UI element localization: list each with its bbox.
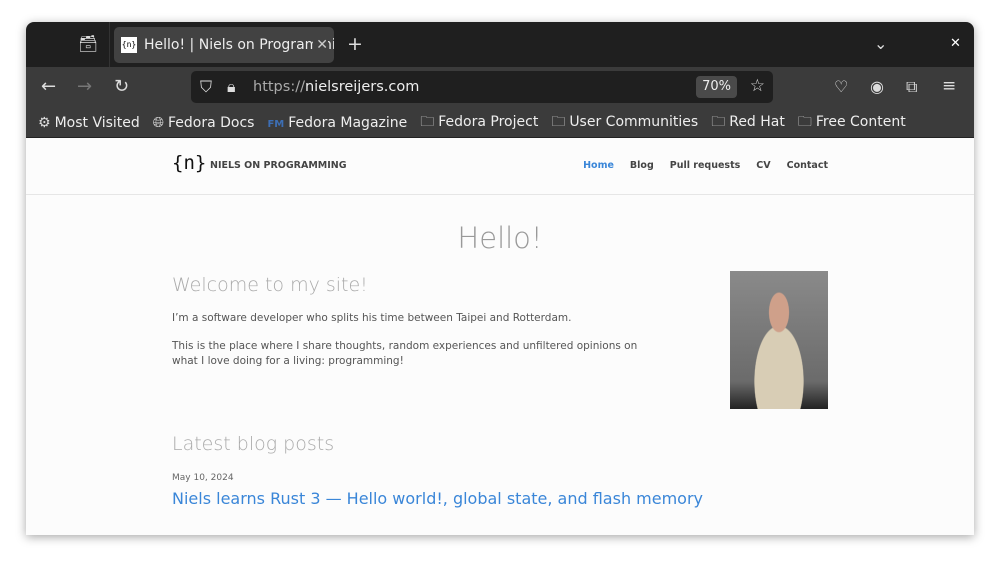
close-tab-icon[interactable]: ✕: [313, 27, 328, 63]
bookmark-user-communities[interactable]: 🗀 User Communities: [551, 111, 698, 135]
folder-icon: 🗀: [420, 113, 435, 130]
folder-icon: 🗀: [797, 113, 812, 130]
site-brand[interactable]: NIELS ON PROGRAMMING: [210, 160, 347, 171]
latest-posts-heading: Latest blog posts: [172, 433, 335, 455]
url-scheme: https://: [253, 79, 305, 95]
nav-contact[interactable]: Contact: [787, 160, 828, 171]
lock-icon[interactable]: 🔒︎: [227, 79, 236, 95]
plus-icon[interactable]: +: [347, 35, 363, 54]
post-link[interactable]: Niels learns Rust 3 — Hello world!, glob…: [172, 489, 703, 508]
account-icon[interactable]: ◉: [870, 79, 884, 95]
site-nav: Home Blog Pull requests CV Contact: [583, 160, 828, 171]
bookmark-fedora-docs[interactable]: 🌐︎ Fedora Docs: [153, 115, 255, 131]
globe-icon: 🌐︎: [152, 114, 164, 131]
nav-cv[interactable]: CV: [756, 160, 770, 171]
tab-sidebar: 🗃: [26, 22, 110, 67]
reload-icon[interactable]: ↻: [114, 78, 129, 96]
extensions-icon[interactable]: ⧉: [906, 79, 917, 95]
folder-icon: 🗀: [551, 113, 566, 130]
gear-icon: ⚙: [38, 114, 51, 131]
folder-icon: 🗀: [711, 113, 726, 130]
page-title: Hello!: [457, 221, 543, 255]
browser-window: 🗃 {n} Hello! | Niels on Programming ✕ + …: [26, 22, 974, 535]
intro-paragraph-2: This is the place where I share thoughts…: [172, 340, 638, 367]
pocket-icon[interactable]: ♡: [834, 79, 848, 95]
bookmark-fedora-magazine[interactable]: FM Fedora Magazine: [267, 115, 407, 131]
post-date: May 10, 2024: [172, 473, 234, 483]
back-icon[interactable]: ←: [41, 78, 56, 96]
forward-icon[interactable]: →: [77, 78, 92, 96]
tab-title: Hello! | Niels on Programming: [144, 37, 334, 53]
site-logo[interactable]: {n}: [172, 152, 206, 174]
chevron-down-icon[interactable]: ⌄: [874, 36, 887, 52]
url-host: nielsreijers.com: [304, 79, 420, 95]
favicon-icon: {n}: [121, 37, 137, 53]
tab-bar: 🗃 {n} Hello! | Niels on Programming ✕ + …: [26, 22, 974, 67]
fm-icon: FM: [267, 118, 285, 130]
menu-icon[interactable]: ≡: [942, 78, 956, 95]
close-window-icon[interactable]: ✕: [950, 37, 961, 50]
bookmark-fedora-project[interactable]: 🗀 Fedora Project: [420, 111, 538, 135]
nav-blog[interactable]: Blog: [630, 160, 654, 171]
intro-paragraph-1: I’m a software developer who splits his …: [172, 312, 572, 324]
nav-home[interactable]: Home: [583, 160, 614, 171]
page-content: {n} NIELS ON PROGRAMMING Home Blog Pull …: [26, 138, 974, 535]
nav-toolbar: ← → ↻ ⛉ 🔒︎ https://nielsreijers.com 70% …: [26, 67, 974, 108]
site-header: {n} NIELS ON PROGRAMMING Home Blog Pull …: [26, 138, 974, 195]
bookmarks-bar: ⚙ Most Visited 🌐︎ Fedora Docs FM Fedora Mag…: [26, 108, 974, 138]
welcome-heading: Welcome to my site!: [172, 274, 368, 296]
profile-photo: [730, 271, 828, 409]
tab-list-icon[interactable]: 🗃: [78, 36, 98, 52]
url-bar[interactable]: ⛉ 🔒︎ https://nielsreijers.com 70% ☆: [191, 71, 773, 103]
nav-pull-requests[interactable]: Pull requests: [670, 160, 741, 171]
tab-active[interactable]: {n} Hello! | Niels on Programming ✕: [114, 27, 334, 63]
zoom-level[interactable]: 70%: [696, 76, 737, 98]
star-icon[interactable]: ☆: [750, 78, 765, 95]
bookmark-free-content[interactable]: 🗀 Free Content: [798, 111, 906, 135]
bookmark-most-visited[interactable]: ⚙ Most Visited: [38, 115, 140, 131]
bookmark-red-hat[interactable]: 🗀 Red Hat: [711, 111, 785, 135]
shield-icon[interactable]: ⛉: [200, 79, 212, 95]
